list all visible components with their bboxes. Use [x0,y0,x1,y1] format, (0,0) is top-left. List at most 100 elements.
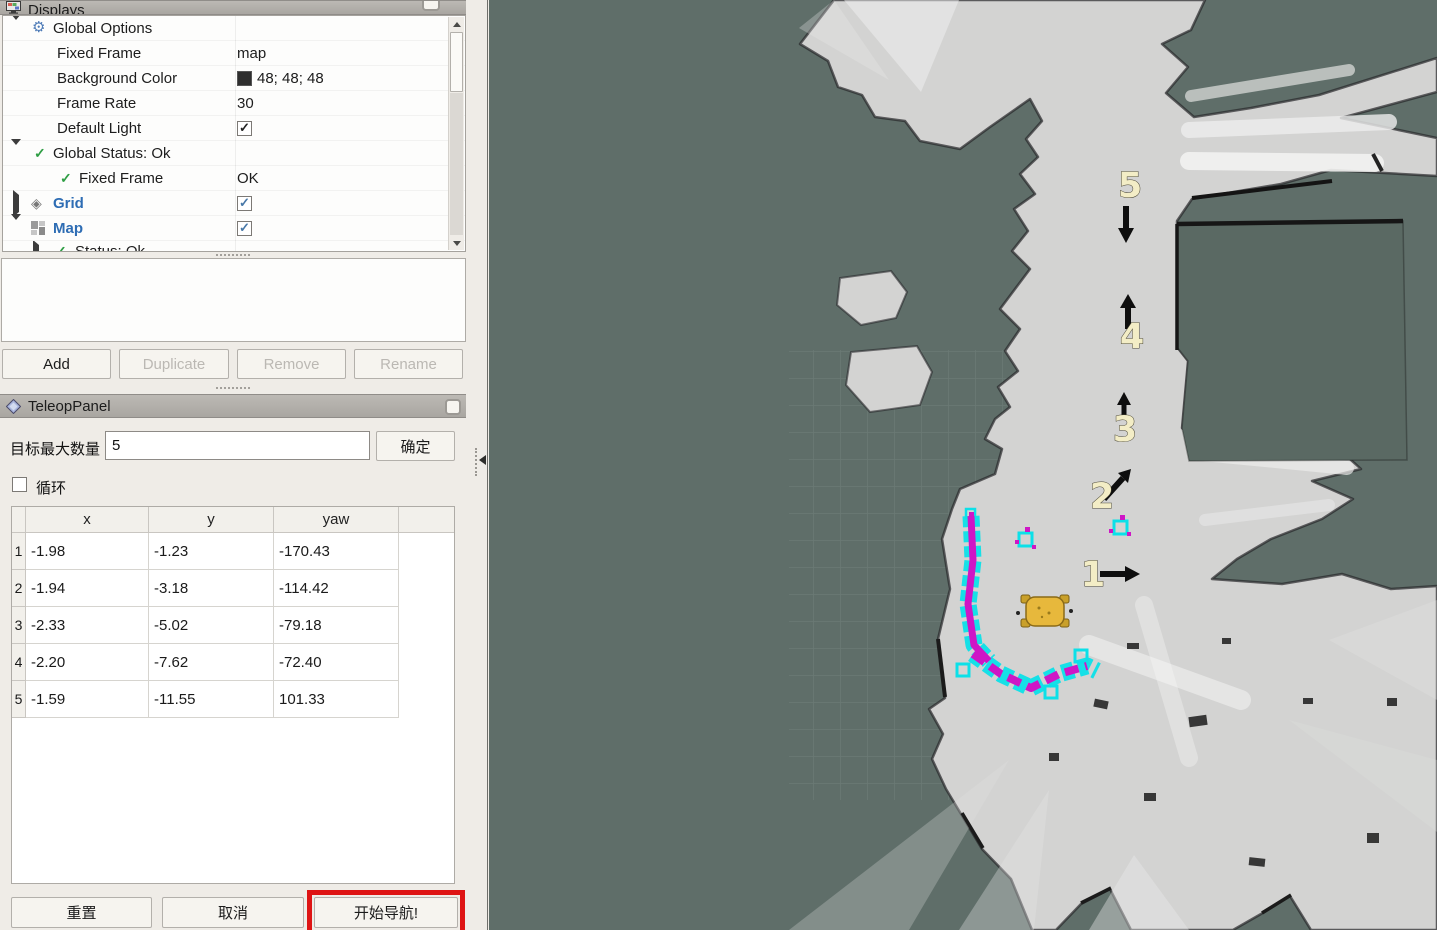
cell-x[interactable]: -2.33 [26,607,149,644]
displays-float-button[interactable] [422,0,440,11]
tree-row-frame-rate[interactable]: Frame Rate 30 [3,91,465,116]
row-number[interactable]: 2 [12,570,26,607]
fixed-frame-value[interactable]: map [237,45,266,62]
map-view[interactable]: 5 4 3 2 1 [489,0,1437,930]
corner-header [12,507,26,532]
tree-row-fixed-frame-status[interactable]: ✓ Fixed Frame OK [3,166,465,191]
tree-row-global-status[interactable]: ✓ Global Status: Ok [3,141,465,166]
default-light-checkbox[interactable]: ✓ [237,121,252,136]
table-row: 5 -1.59 -11.55 101.33 [12,681,454,718]
fixed-frame-status-value: OK [237,170,259,187]
tree-row-map-status[interactable]: ✓ Status: Ok [3,241,465,252]
left-panel: Displays ⚙ Global Options Fixed Frame ma… [0,0,488,930]
cancel-button[interactable]: 取消 [162,897,304,928]
row-number[interactable]: 4 [12,644,26,681]
display-description-box [1,258,466,342]
row-number[interactable]: 1 [12,533,26,570]
column-header-y[interactable]: y [149,507,274,532]
cell-x[interactable]: -2.20 [26,644,149,681]
teleop-panel-title: TeleopPanel [28,398,111,415]
column-header-x[interactable]: x [26,507,149,532]
tree-label: Frame Rate [57,95,136,112]
tree-label: Fixed Frame [79,170,163,187]
scroll-down-button[interactable] [449,236,464,250]
column-header-blank [399,507,454,532]
grid-enabled-checkbox[interactable]: ✓ [237,196,252,211]
cell-y[interactable]: -3.18 [149,570,274,607]
table-row: 4 -2.20 -7.62 -72.40 [12,644,454,681]
background-color-value: 48; 48; 48 [257,70,324,87]
waypoint-table: x y yaw 1 -1.98 -1.23 -170.43 2 -1.94 -3… [11,506,455,884]
displays-tree: ⚙ Global Options Fixed Frame map Backgro… [2,15,466,252]
tree-label: Global Status: Ok [53,145,171,162]
cell-yaw[interactable]: -114.42 [274,570,399,607]
cell-x[interactable]: -1.59 [26,681,149,718]
expander-closed-icon[interactable] [33,245,39,252]
tree-row-default-light[interactable]: Default Light ✓ [3,116,465,141]
tree-row-global-options[interactable]: ⚙ Global Options [3,16,465,41]
scrollbar-thumb[interactable] [450,32,463,92]
displays-panel-title: Displays [28,2,85,15]
grid-display-icon: ◈ [31,195,42,212]
expander-open-icon[interactable] [11,20,21,37]
scrollbar-track[interactable] [450,93,463,235]
reset-button[interactable]: 重置 [11,897,152,928]
expander-closed-icon[interactable] [13,195,19,212]
panel-splitter-handle[interactable] [475,448,477,476]
table-header: x y yaw [12,507,454,533]
color-swatch [237,71,252,86]
duplicate-button[interactable]: Duplicate [119,349,229,379]
scroll-up-button[interactable] [449,17,464,31]
teleop-float-button[interactable] [445,399,461,415]
cell-x[interactable]: -1.94 [26,570,149,607]
table-row: 2 -1.94 -3.18 -114.42 [12,570,454,607]
cell-y[interactable]: -1.23 [149,533,274,570]
start-navigation-button[interactable]: 开始导航! [314,897,458,928]
map-enabled-checkbox[interactable]: ✓ [237,221,252,236]
tree-row-background-color[interactable]: Background Color 48; 48; 48 [3,66,465,91]
tree-label: Default Light [57,120,141,137]
tree-label: Status: Ok [75,243,145,252]
cell-yaw[interactable]: -170.43 [274,533,399,570]
splitter-handle[interactable] [216,387,250,389]
tree-row-grid[interactable]: ◈ Grid ✓ [3,191,465,216]
marker-label: 5 [1118,166,1142,206]
add-button[interactable]: Add [2,349,111,379]
remove-button[interactable]: Remove [237,349,346,379]
cell-x[interactable]: -1.98 [26,533,149,570]
cell-y[interactable]: -7.62 [149,644,274,681]
expander-open-icon[interactable] [11,145,21,162]
marker-label: 2 [1090,477,1114,517]
map-canvas[interactable]: 5 4 3 2 1 [489,0,1437,930]
teleop-panel-titlebar[interactable]: TeleopPanel [0,394,466,418]
splitter-handle[interactable] [216,254,250,256]
max-goal-input[interactable] [105,431,370,460]
displays-panel-titlebar[interactable]: Displays [0,0,466,15]
tree-row-fixed-frame[interactable]: Fixed Frame map [3,41,465,66]
status-ok-check-icon: ✓ [60,170,72,187]
cell-yaw[interactable]: -79.18 [274,607,399,644]
row-number[interactable]: 5 [12,681,26,718]
tree-scrollbar[interactable] [448,17,464,250]
tree-label: Background Color [57,70,177,87]
cell-y[interactable]: -5.02 [149,607,274,644]
status-ok-check-icon: ✓ [55,243,67,252]
loop-checkbox[interactable] [12,477,27,492]
row-number[interactable]: 3 [12,607,26,644]
collapse-panel-arrow-icon[interactable] [479,455,486,465]
map-display-icon [31,221,45,239]
max-goal-label: 目标最大数量 [10,438,100,459]
cell-y[interactable]: -11.55 [149,681,274,718]
rename-button[interactable]: Rename [354,349,463,379]
table-row: 1 -1.98 -1.23 -170.43 [12,533,454,570]
marker-label: 3 [1113,410,1137,450]
expander-open-icon[interactable] [11,220,21,237]
cell-yaw[interactable]: -72.40 [274,644,399,681]
tree-row-map[interactable]: Map ✓ [3,216,465,241]
cell-yaw[interactable]: 101.33 [274,681,399,718]
column-header-yaw[interactable]: yaw [274,507,399,532]
status-ok-check-icon: ✓ [34,145,46,162]
confirm-button[interactable]: 确定 [376,431,455,461]
frame-rate-value[interactable]: 30 [237,95,254,112]
marker-label: 4 [1120,317,1144,357]
